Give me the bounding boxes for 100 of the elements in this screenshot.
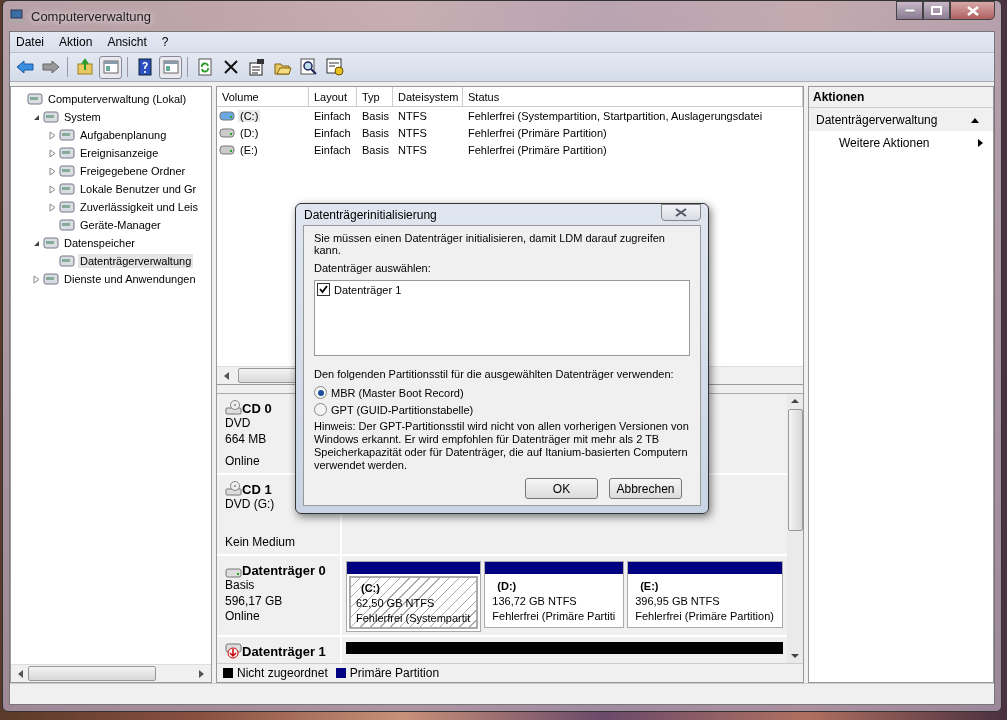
table-cell-text: NTFS xyxy=(397,109,428,122)
table-cell[interactable]: (C:) xyxy=(238,109,261,122)
disk-warning-icon xyxy=(225,643,242,659)
maximize-button[interactable] xyxy=(923,1,950,20)
back-arrow-icon xyxy=(15,58,34,76)
dialog-button[interactable]: OK xyxy=(525,478,598,499)
disk-name: Datenträger 0 xyxy=(242,563,326,578)
tree-item[interactable]: Computerverwaltung (Lokal) xyxy=(46,92,189,106)
tree-item[interactable]: Aufgabenplanung xyxy=(78,128,169,142)
radio-button[interactable] xyxy=(314,403,327,416)
window-title: Computerverwaltung xyxy=(31,8,151,24)
table-cell-text: Basis xyxy=(361,143,390,156)
node-icon xyxy=(59,199,75,215)
style-label: Den folgenden Partitionsstil für die ausgewählten Datenträger verwenden: xyxy=(314,368,675,380)
menu-item[interactable]: Aktion xyxy=(53,35,98,49)
node-icon xyxy=(59,181,75,197)
computer-icon xyxy=(9,8,25,24)
tree-item[interactable]: Datenspeicher xyxy=(62,236,137,250)
partition-label: (C:) xyxy=(360,581,381,596)
collapse-arrow-icon[interactable] xyxy=(971,117,979,123)
partition-status: Fehlerfrei (Primäre Partition) xyxy=(635,609,775,624)
scroll-down-icon[interactable] xyxy=(791,653,799,659)
disk-list[interactable]: Datenträger 1 xyxy=(314,280,690,356)
expand-arrow-icon[interactable] xyxy=(47,202,57,212)
menu-item[interactable]: ? xyxy=(155,35,174,49)
disk-name: CD 1 xyxy=(242,482,272,497)
action-link[interactable]: Weitere Aktionen xyxy=(839,136,930,150)
radio-button[interactable] xyxy=(314,386,327,399)
minimize-button[interactable] xyxy=(896,1,923,20)
partition[interactable]: (C:) 62,50 GB NTFS Fehlerfrei (Systempartit xyxy=(346,561,482,632)
checkbox-label[interactable]: Datenträger 1 xyxy=(334,283,402,296)
expand-arrow-icon[interactable] xyxy=(47,166,57,176)
submenu-arrow-icon xyxy=(978,139,983,147)
expand-arrow-icon[interactable] xyxy=(47,148,57,158)
horizontal-scrollbar[interactable] xyxy=(11,664,211,682)
actions-header: Aktionen xyxy=(809,87,993,108)
forward-arrow-icon xyxy=(41,58,60,76)
legend-label: Primäre Partition xyxy=(349,666,440,680)
tree-item[interactable]: Geräte-Manager xyxy=(78,218,163,232)
table-cell-text: Basis xyxy=(361,126,390,139)
close-button[interactable] xyxy=(661,204,701,221)
node-icon xyxy=(59,145,75,161)
table-cell-text: NTFS xyxy=(397,143,428,156)
magnifier-icon xyxy=(299,58,318,76)
column-header[interactable]: Status xyxy=(463,87,803,106)
actions-section[interactable]: Datenträgerverwaltung xyxy=(809,108,993,131)
scroll-right-icon[interactable] xyxy=(198,669,205,678)
checkbox[interactable] xyxy=(317,283,330,296)
column-header[interactable]: Layout xyxy=(309,87,357,106)
vertical-scrollbar[interactable] xyxy=(787,394,803,663)
tree-item[interactable]: Ereignisanzeige xyxy=(78,146,161,160)
close-button[interactable] xyxy=(950,1,995,20)
table-cell-text: NTFS xyxy=(397,126,428,139)
dialog-button[interactable]: Abbrechen xyxy=(609,478,682,499)
column-header[interactable]: Volume xyxy=(217,87,309,106)
legend-label: Nicht zugeordnet xyxy=(237,666,328,680)
properties-icon xyxy=(247,58,266,76)
node-icon xyxy=(59,217,75,233)
disk-detail: 596,17 GB xyxy=(225,593,283,608)
partition-status: Fehlerfrei (Systempartit xyxy=(356,611,472,626)
scroll-left-icon[interactable] xyxy=(17,669,24,678)
disk-name: Datenträger 1 xyxy=(242,644,326,659)
tree-item[interactable]: Freigegebene Ordner xyxy=(78,164,188,178)
column-header[interactable]: Dateisystem xyxy=(393,87,463,106)
node-icon xyxy=(59,253,75,269)
table-cell-text: Einfach xyxy=(313,143,352,156)
table-cell[interactable]: (E:) xyxy=(238,143,260,156)
cd-drive-icon xyxy=(225,480,242,497)
table-cell[interactable]: (D:) xyxy=(238,126,261,139)
drive-icon xyxy=(219,144,235,155)
tree-item[interactable]: Lokale Benutzer und Gr xyxy=(78,182,199,196)
scrollbar-thumb[interactable] xyxy=(28,666,156,681)
partition[interactable]: (E:) 396,95 GB NTFS Fehlerfrei (Primäre Partition) xyxy=(627,561,783,628)
node-icon xyxy=(59,163,75,179)
minimize-icon xyxy=(904,8,915,13)
pane-toggle-icon xyxy=(101,58,120,76)
tree-item[interactable]: Dienste und Anwendungen xyxy=(62,272,198,286)
menu-item[interactable]: Ansicht xyxy=(101,35,152,49)
scroll-left-icon[interactable] xyxy=(223,371,230,380)
expand-arrow-icon[interactable] xyxy=(31,274,41,284)
column-header[interactable]: Typ xyxy=(357,87,393,106)
disk-name: CD 0 xyxy=(242,401,272,416)
dialog-title: Datenträgerinitialisierung xyxy=(304,207,437,222)
disk-detail: Kein Medium xyxy=(225,534,296,549)
partition-label: (D:) xyxy=(496,579,518,594)
scrollbar-thumb[interactable] xyxy=(787,409,803,531)
expand-arrow-icon[interactable] xyxy=(47,184,57,194)
pane-toggle-icon xyxy=(161,58,180,76)
tree-item[interactable]: Datenträgerverwaltung xyxy=(78,254,194,268)
partition[interactable]: (D:) 136,72 GB NTFS Fehlerfrei (Primäre Partiti xyxy=(484,561,625,628)
table-cell-text: Einfach xyxy=(313,109,352,122)
dialog-message: Sie müssen einen Datenträger initialisieren, damit LDM darauf zugreifen kann. xyxy=(314,232,666,256)
tree-item[interactable]: System xyxy=(62,110,103,124)
maximize-icon xyxy=(931,6,942,15)
scroll-up-icon[interactable] xyxy=(791,398,799,404)
expand-arrow-icon[interactable] xyxy=(47,130,57,140)
menu-item[interactable]: Datei xyxy=(10,35,49,49)
disk-detail: DVD xyxy=(225,416,251,430)
tree-item[interactable]: Zuverlässigkeit und Leis xyxy=(78,200,200,214)
table-cell-text: Basis xyxy=(361,109,390,122)
